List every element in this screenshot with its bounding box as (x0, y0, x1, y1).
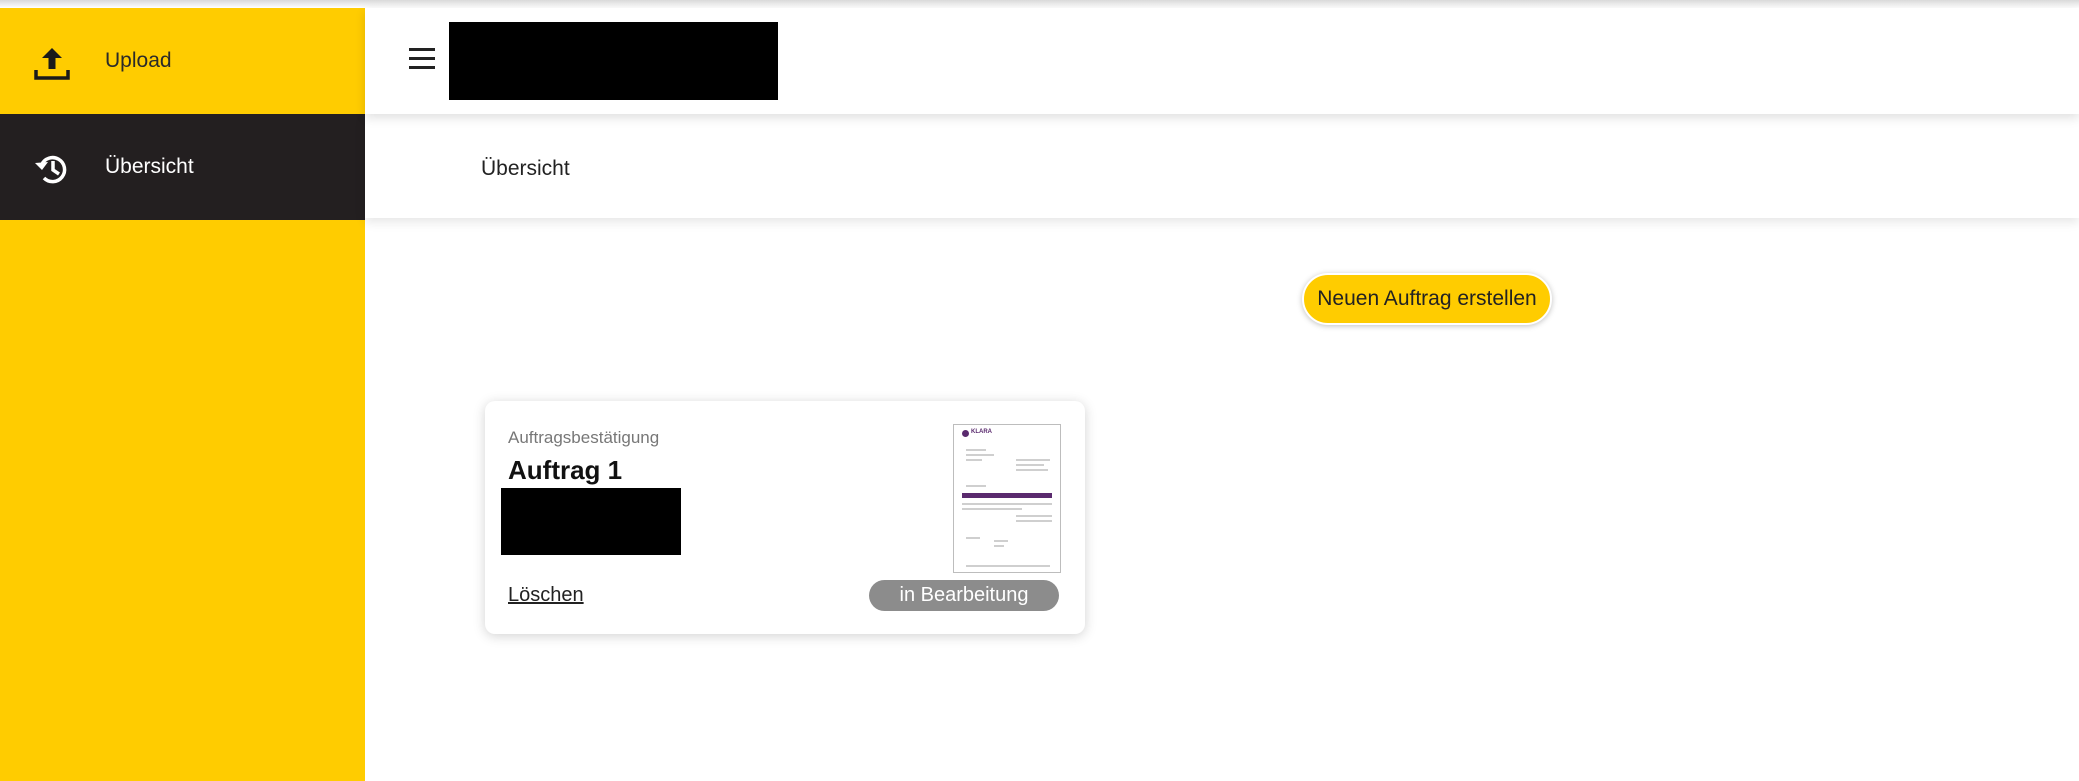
page-title: Übersicht (481, 157, 570, 180)
brand-logo-icon (962, 430, 969, 437)
history-icon (35, 155, 67, 184)
sidebar-item-label: Übersicht (105, 155, 194, 178)
page-header: Übersicht (365, 114, 2079, 218)
redacted-order-details (501, 488, 681, 555)
top-edge-shadow (0, 0, 2079, 8)
sidebar: Upload Übersicht (0, 8, 365, 781)
status-badge: in Bearbeitung (869, 580, 1059, 611)
hamburger-menu-icon[interactable] (409, 48, 435, 72)
order-card[interactable]: Auftragsbestätigung Auftrag 1 KLARA Lösc… (485, 401, 1085, 634)
upload-icon (34, 48, 70, 80)
order-title: Auftrag 1 (508, 455, 623, 485)
order-type-label: Auftragsbestätigung (508, 428, 660, 447)
sidebar-item-overview[interactable]: Übersicht (0, 114, 365, 220)
app-header (365, 8, 2079, 114)
table-header-band (962, 493, 1052, 498)
document-thumbnail[interactable]: KLARA (953, 424, 1061, 573)
main-content: Neuen Auftrag erstellen Auftragsbestätig… (365, 218, 2079, 781)
sidebar-item-upload[interactable]: Upload (0, 8, 365, 114)
delete-link[interactable]: Löschen (508, 584, 584, 607)
redacted-header-title (449, 22, 778, 100)
sidebar-item-label: Upload (105, 49, 172, 72)
thumbnail-logo-text: KLARA (971, 429, 992, 435)
new-order-button[interactable]: Neuen Auftrag erstellen (1302, 273, 1552, 325)
